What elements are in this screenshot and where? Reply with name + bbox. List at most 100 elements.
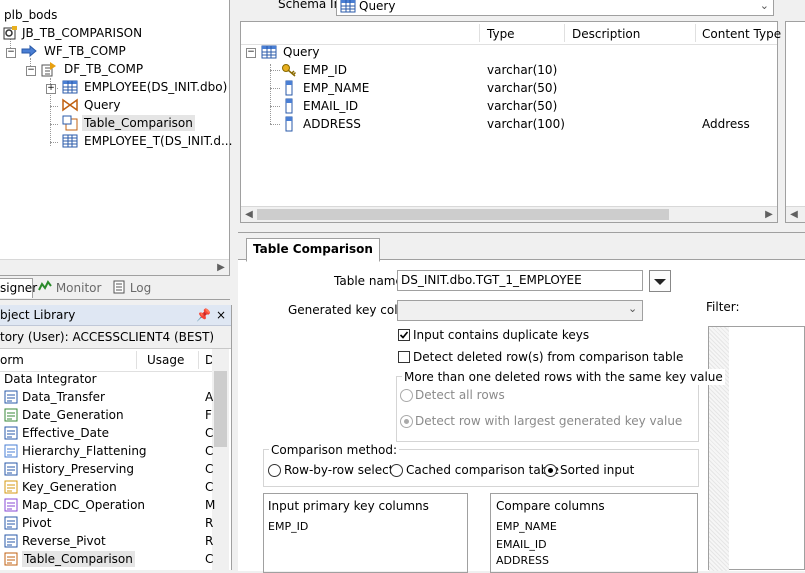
object-library-item[interactable]: History_Preserving: [22, 461, 134, 477]
filter-editor[interactable]: [708, 326, 805, 571]
tree-item-repository[interactable]: plb_bods: [4, 7, 57, 23]
tab-table-comparison[interactable]: Table Comparison: [246, 238, 380, 262]
tree-item-job[interactable]: JB_TB_COMPARISON: [22, 25, 142, 41]
tree-line: [50, 106, 58, 107]
method-label-1[interactable]: Cached comparison table: [406, 462, 559, 478]
generated-key-select[interactable]: [397, 300, 643, 321]
schema-field-type: varchar(10): [487, 63, 558, 77]
method-radio-0[interactable]: [268, 464, 281, 477]
object-library-vscrollbar[interactable]: [212, 349, 229, 570]
scroll-thumb[interactable]: [257, 209, 669, 220]
column-header-name[interactable]: orm: [0, 352, 24, 368]
schema-in-select[interactable]: Query ⌄: [336, 0, 774, 16]
object-library-item-description: M: [205, 498, 216, 512]
object-library-item[interactable]: Effective_Date: [22, 425, 109, 441]
table-comparison-icon: [62, 115, 78, 131]
column-divider[interactable]: [564, 24, 565, 42]
schema-root[interactable]: Query: [283, 44, 319, 60]
schema-field-name[interactable]: EMAIL_ID: [303, 98, 358, 114]
input-pk-value[interactable]: EMP_ID: [268, 519, 308, 535]
tab-log-label: Log: [129, 281, 152, 295]
chevron-down-icon[interactable]: ⌄: [628, 302, 637, 315]
tree-line: [270, 88, 280, 89]
schema-field-name[interactable]: EMP_ID: [303, 62, 347, 78]
object-library-item[interactable]: Hierarchy_Flattening: [22, 443, 147, 459]
table-icon: [62, 80, 78, 94]
comparison-method-label: Comparison method:: [269, 442, 400, 458]
table-name-dropdown-button[interactable]: [649, 270, 671, 292]
input-duplicate-checkbox[interactable]: [398, 329, 410, 341]
scroll-right-icon[interactable]: ▶: [761, 207, 777, 223]
tree-item-table-comparison[interactable]: Table_Comparison: [82, 115, 195, 131]
column-divider[interactable]: [198, 351, 199, 369]
dataflow-icon: [41, 62, 56, 77]
column-divider[interactable]: [136, 351, 137, 369]
deleted-rows-group: [396, 376, 699, 442]
compare-column-item[interactable]: EMP_NAME: [496, 519, 557, 535]
method-radio-1[interactable]: [390, 464, 403, 477]
schema-out-hscrollbar[interactable]: ◀: [786, 206, 805, 222]
schema-toolbar: Schema In: Query ⌄: [238, 0, 805, 18]
chevron-down-icon[interactable]: ⌄: [760, 0, 769, 15]
object-library-item[interactable]: Key_Generation: [22, 479, 117, 495]
collapse-icon[interactable]: −: [26, 66, 36, 76]
table-name-field[interactable]: DS_INIT.dbo.TGT_1_EMPLOYEE: [397, 270, 643, 291]
compare-column-item[interactable]: EMAIL_ID: [496, 537, 547, 553]
tab-designer[interactable]: signer: [0, 278, 37, 298]
tree-item-source-table[interactable]: EMPLOYEE(DS_INIT.dbo): [84, 79, 227, 95]
object-library-item[interactable]: Data_Transfer: [22, 389, 105, 405]
object-library-item-description: C: [205, 480, 214, 494]
detect-deleted-checkbox[interactable]: [398, 351, 410, 363]
tab-monitor[interactable]: Monitor: [38, 279, 101, 297]
tree-item-workflow[interactable]: WF_TB_COMP: [44, 43, 126, 59]
tree-hscrollbar[interactable]: ▶: [0, 259, 229, 275]
close-icon[interactable]: ×: [216, 307, 226, 323]
object-library-item-description: C: [205, 552, 214, 566]
column-divider[interactable]: [479, 24, 480, 42]
detect-all-label[interactable]: Detect all rows: [415, 387, 505, 403]
schema-field-name[interactable]: EMP_NAME: [303, 80, 369, 96]
schema-header: Type Description Content Type: [241, 22, 781, 45]
scroll-left-icon[interactable]: ◀: [786, 207, 802, 223]
scroll-right-icon[interactable]: ▶: [213, 260, 229, 276]
compare-columns-label: Compare columns: [496, 499, 605, 513]
object-library-item[interactable]: Date_Generation: [22, 407, 124, 423]
collapse-icon[interactable]: −: [246, 48, 256, 58]
detect-all-radio[interactable]: [400, 389, 413, 402]
column-divider[interactable]: [695, 24, 696, 42]
tree-item-dataflow[interactable]: DF_TB_COMP: [64, 61, 143, 77]
tree-item-target-table[interactable]: EMPLOYEE_T(DS_INIT.d...: [84, 133, 232, 149]
object-library-item[interactable]: Table_Comparison: [22, 551, 135, 567]
object-library-item[interactable]: Map_CDC_Operation: [22, 497, 145, 513]
detect-deleted-label[interactable]: Detect deleted row(s) from comparison ta…: [413, 349, 683, 365]
detect-largest-label[interactable]: Detect row with largest generated key va…: [415, 413, 682, 429]
object-library-item[interactable]: Pivot: [22, 515, 51, 531]
schema-col-type[interactable]: Type: [487, 26, 515, 42]
scroll-thumb[interactable]: [214, 371, 227, 447]
schema-col-description[interactable]: Description: [572, 26, 640, 42]
schema-field-name[interactable]: ADDRESS: [303, 116, 361, 132]
tree-item-query[interactable]: Query: [84, 97, 120, 113]
object-library-panel: bject Library 📌 × tory (User): ACCESSCLI…: [0, 305, 232, 570]
tab-log[interactable]: Log: [112, 279, 151, 297]
object-library-item[interactable]: Reverse_Pivot: [22, 533, 106, 549]
scroll-left-icon[interactable]: ◀: [241, 207, 257, 223]
schema-col-content-type[interactable]: Content Type: [702, 26, 781, 42]
query-table-icon: [340, 0, 356, 13]
input-duplicate-label[interactable]: Input contains duplicate keys: [413, 327, 589, 343]
collapse-icon[interactable]: −: [6, 48, 16, 58]
pin-icon[interactable]: 📌: [196, 307, 211, 323]
tree-line: [270, 70, 280, 71]
method-radio-2[interactable]: [544, 464, 557, 477]
compare-column-item[interactable]: ADDRESS: [496, 553, 549, 569]
detect-largest-radio[interactable]: [400, 415, 413, 428]
expand-icon[interactable]: +: [46, 84, 56, 94]
group-data-integrator[interactable]: Data Integrator: [4, 371, 97, 387]
schema-hscrollbar[interactable]: ◀ ▶: [241, 206, 777, 222]
method-label-0[interactable]: Row-by-row select: [284, 462, 393, 478]
schema-field-type: varchar(50): [487, 99, 558, 113]
tab-monitor-label: Monitor: [55, 281, 102, 295]
method-label-2[interactable]: Sorted input: [560, 462, 634, 478]
column-icon: [285, 116, 293, 132]
column-header-usage[interactable]: Usage: [147, 352, 184, 368]
